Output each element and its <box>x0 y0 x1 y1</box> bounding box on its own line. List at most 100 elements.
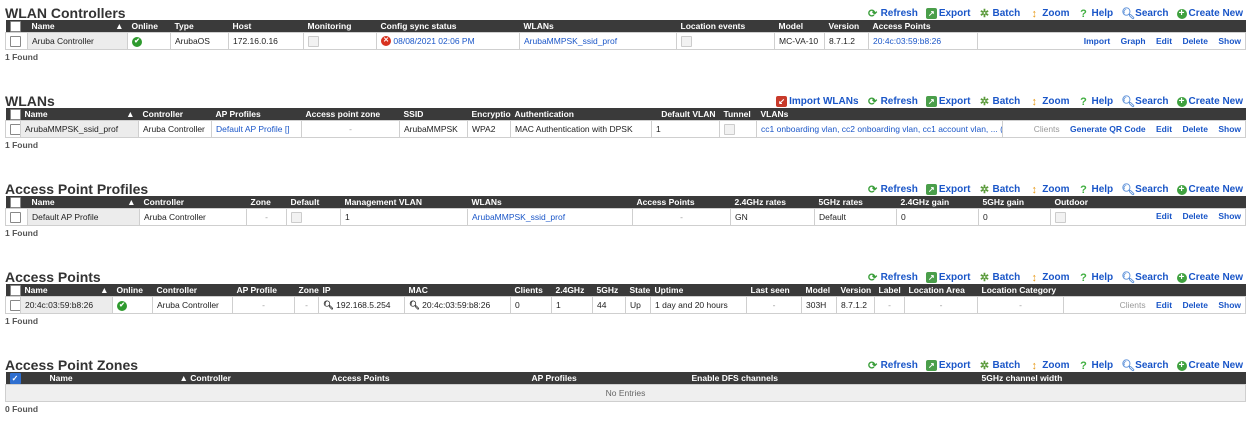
col-config-sync[interactable]: Config sync status <box>376 20 520 33</box>
col-zone[interactable]: Zone <box>246 196 287 209</box>
help-button[interactable]: ? Help <box>1078 8 1113 19</box>
col-online[interactable]: Online <box>127 20 171 33</box>
create-new-button[interactable]: + Create New <box>1176 272 1243 283</box>
col-controller[interactable]: Controller <box>138 108 212 121</box>
col-access-points[interactable]: Access Points <box>868 20 978 33</box>
col-ip[interactable]: IP <box>318 284 405 297</box>
delete-link[interactable]: Delete <box>1182 300 1208 310</box>
col-access-points[interactable]: Access Points <box>632 196 731 209</box>
select-all-checkbox[interactable]: ✓ <box>5 372 46 385</box>
sync-status-link[interactable]: 08/08/2021 02:06 PM <box>393 36 474 46</box>
refresh-button[interactable]: ⟳ Refresh <box>867 272 918 283</box>
col-ap-zone[interactable]: Access point zone <box>301 108 400 121</box>
search-button[interactable]: 🔍︎ Search <box>1121 360 1168 371</box>
row-checkbox[interactable] <box>5 296 21 314</box>
show-link[interactable]: Show <box>1218 211 1241 221</box>
select-all-checkbox[interactable] <box>5 20 28 33</box>
create-new-button[interactable]: + Create New <box>1176 184 1243 195</box>
col-24-rates[interactable]: 2.4GHz rates <box>730 196 815 209</box>
col-name[interactable]: Name ▲ <box>27 196 140 209</box>
col-model[interactable]: Model <box>774 20 825 33</box>
clients-link[interactable]: Clients <box>1120 300 1146 310</box>
refresh-button[interactable]: ⟳ Refresh <box>867 96 918 107</box>
col-online[interactable]: Online <box>112 284 153 297</box>
ap-profile-link[interactable]: Default AP Profile [] <box>216 124 290 134</box>
col-ap-profiles[interactable]: AP Profiles <box>527 372 688 385</box>
col-default-vlan[interactable]: Default VLAN <box>651 108 720 121</box>
create-new-button[interactable]: + Create New <box>1176 360 1243 371</box>
search-button[interactable]: 🔍︎ Search <box>1121 96 1168 107</box>
search-button[interactable]: 🔍︎ Search <box>1121 184 1168 195</box>
batch-button[interactable]: ✲ Batch <box>978 184 1020 195</box>
col-vlans[interactable]: VLANs <box>756 108 1003 121</box>
help-button[interactable]: ? Help <box>1078 184 1113 195</box>
select-all-checkbox[interactable] <box>5 196 28 209</box>
col-host[interactable]: Host <box>228 20 304 33</box>
refresh-button[interactable]: ⟳ Refresh <box>867 8 918 19</box>
search-icon[interactable]: 🔍︎ <box>409 300 420 310</box>
col-name[interactable]: Name ▲ <box>27 20 128 33</box>
wlan-link[interactable]: ArubaMMPSK_ssid_prof <box>472 212 565 222</box>
export-button[interactable]: ↗ Export <box>925 272 970 283</box>
row-checkbox[interactable] <box>5 208 28 226</box>
col-version[interactable]: Version <box>824 20 869 33</box>
import-link[interactable]: Import <box>1084 36 1110 46</box>
create-new-button[interactable]: + Create New <box>1176 96 1243 107</box>
search-button[interactable]: 🔍︎ Search <box>1121 8 1168 19</box>
import-wlans-button[interactable]: ↙ Import WLANs <box>776 96 859 107</box>
col-wlans[interactable]: WLANs <box>467 196 633 209</box>
col-5-gain[interactable]: 5GHz gain <box>978 196 1051 209</box>
col-controller[interactable]: ▲ Controller <box>175 372 328 385</box>
zoom-button[interactable]: ↕ Zoom <box>1028 8 1070 19</box>
col-outdoor[interactable]: Outdoor <box>1050 196 1246 209</box>
col-controller[interactable]: Controller <box>152 284 233 297</box>
delete-link[interactable]: Delete <box>1182 211 1208 221</box>
col-5-rates[interactable]: 5GHz rates <box>814 196 897 209</box>
search-button[interactable]: 🔍︎ Search <box>1121 272 1168 283</box>
batch-button[interactable]: ✲ Batch <box>978 272 1020 283</box>
col-controller[interactable]: Controller <box>139 196 247 209</box>
help-button[interactable]: ? Help <box>1078 360 1113 371</box>
col-24ghz[interactable]: 2.4GHz <box>551 284 593 297</box>
col-ap-profiles[interactable]: AP Profiles <box>211 108 302 121</box>
batch-button[interactable]: ✲ Batch <box>978 360 1020 371</box>
col-default[interactable]: Default <box>286 196 341 209</box>
zoom-button[interactable]: ↕ Zoom <box>1028 360 1070 371</box>
create-new-button[interactable]: + Create New <box>1176 8 1243 19</box>
col-access-points[interactable]: Access Points <box>327 372 528 385</box>
col-mgmt-vlan[interactable]: Management VLAN <box>340 196 468 209</box>
edit-link[interactable]: Edit <box>1156 36 1172 46</box>
batch-button[interactable]: ✲ Batch <box>978 8 1020 19</box>
col-channel-width[interactable]: 5GHz channel width <box>977 372 1246 385</box>
search-icon[interactable]: 🔍︎ <box>323 300 334 310</box>
clients-link[interactable]: Clients <box>1034 124 1060 134</box>
select-all-checkbox[interactable] <box>5 108 21 121</box>
edit-link[interactable]: Edit <box>1156 300 1172 310</box>
col-location-category[interactable]: Location Category <box>977 284 1064 297</box>
col-state[interactable]: State <box>625 284 651 297</box>
col-location-area[interactable]: Location Area <box>904 284 978 297</box>
show-link[interactable]: Show <box>1218 36 1241 46</box>
col-24-gain[interactable]: 2.4GHz gain <box>896 196 979 209</box>
col-name[interactable]: Name ▲ <box>20 108 139 121</box>
access-point-link[interactable]: 20:4c:03:59:b8:26 <box>873 36 941 46</box>
edit-link[interactable]: Edit <box>1156 124 1172 134</box>
col-type[interactable]: Type <box>170 20 229 33</box>
col-authentication[interactable]: Authentication <box>510 108 652 121</box>
col-tunnel[interactable]: Tunnel <box>719 108 757 121</box>
col-uptime[interactable]: Uptime <box>650 284 747 297</box>
col-location-events[interactable]: Location events <box>676 20 775 33</box>
export-button[interactable]: ↗ Export <box>925 184 970 195</box>
export-button[interactable]: ↗ Export <box>925 96 970 107</box>
show-link[interactable]: Show <box>1218 124 1241 134</box>
col-model[interactable]: Model <box>801 284 837 297</box>
row-checkbox[interactable] <box>5 32 28 50</box>
col-5ghz[interactable]: 5GHz <box>592 284 626 297</box>
col-zone[interactable]: Zone <box>294 284 319 297</box>
refresh-button[interactable]: ⟳ Refresh <box>867 360 918 371</box>
select-all-checkbox[interactable] <box>5 284 21 297</box>
refresh-button[interactable]: ⟳ Refresh <box>867 184 918 195</box>
wlan-link[interactable]: ArubaMMPSK_ssid_prof <box>524 36 617 46</box>
col-monitoring[interactable]: Monitoring <box>303 20 377 33</box>
col-label[interactable]: Label <box>874 284 905 297</box>
